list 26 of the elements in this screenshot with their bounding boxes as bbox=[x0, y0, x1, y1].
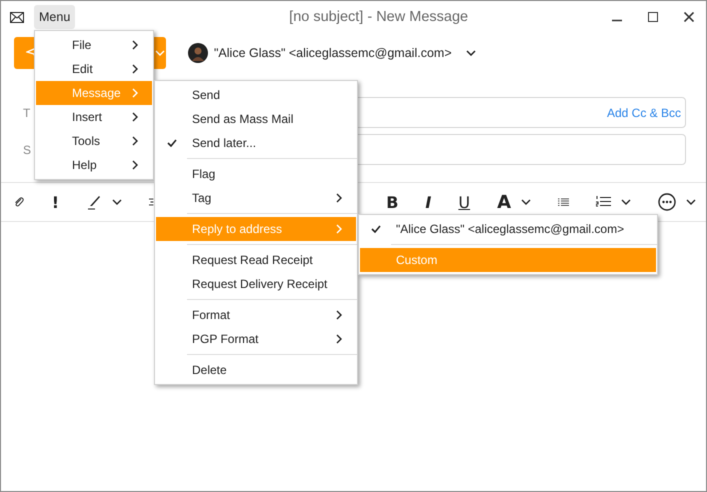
window-title: [no subject] - New Message bbox=[288, 9, 470, 25]
sender-identity: "Alice Glass" <aliceglassemc@gmail.com> bbox=[214, 46, 452, 60]
underline-button[interactable]: U bbox=[458, 192, 470, 212]
field-label: T bbox=[23, 106, 31, 120]
menu-item[interactable]: File bbox=[36, 33, 152, 57]
menu-item[interactable]: Send later... bbox=[156, 131, 356, 155]
menu-item[interactable]: Flag bbox=[156, 162, 356, 186]
menu-item[interactable]: "Alice Glass" <aliceglassemc@gmail.com> bbox=[360, 217, 656, 241]
menu-item[interactable]: Tag bbox=[156, 186, 356, 210]
menu-button[interactable]: Menu bbox=[34, 5, 76, 29]
add-cc-bcc-link[interactable]: Add Cc & Bcc bbox=[606, 106, 681, 120]
menu-item[interactable]: Send as Mass Mail bbox=[156, 107, 356, 131]
menu-item[interactable]: Tools bbox=[36, 129, 152, 153]
bold-button[interactable]: B bbox=[386, 192, 398, 212]
priority-button[interactable]: ! bbox=[52, 192, 59, 212]
text-color-button[interactable]: A bbox=[497, 192, 512, 212]
menu-item[interactable]: Format bbox=[156, 303, 356, 327]
field-label: S bbox=[23, 142, 31, 156]
menu-item[interactable]: PGP Format bbox=[156, 327, 356, 351]
italic-button[interactable]: I bbox=[425, 192, 432, 212]
menu-item[interactable]: Help bbox=[36, 153, 152, 177]
menu-item[interactable]: Edit bbox=[36, 57, 152, 81]
menu-item[interactable]: Request Delivery Receipt bbox=[156, 272, 356, 296]
menu-item[interactable]: Insert bbox=[36, 105, 152, 129]
menu-item[interactable]: Delete bbox=[156, 358, 356, 382]
menu-item[interactable]: Request Read Receipt bbox=[156, 248, 356, 272]
